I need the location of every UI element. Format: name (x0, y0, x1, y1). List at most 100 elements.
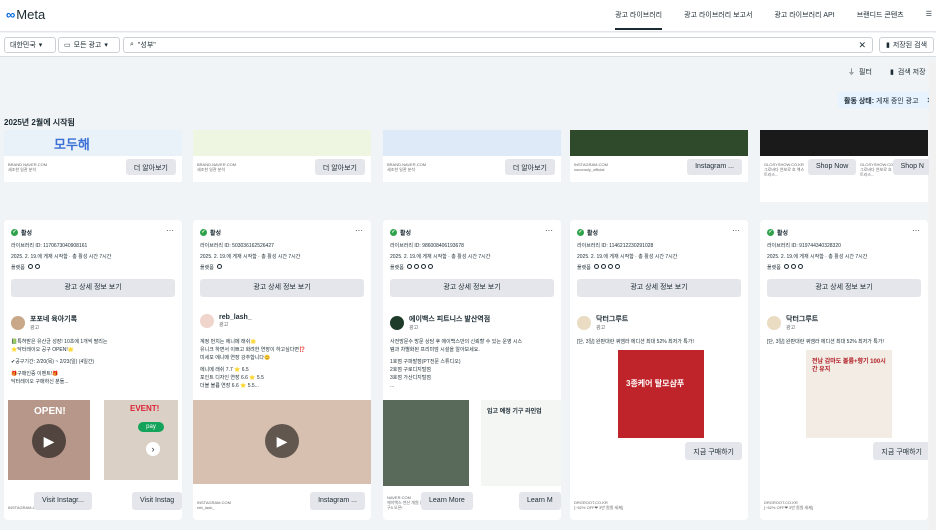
country-value: 대한민국 (10, 42, 36, 49)
body-line: 계정 번치는 에니메 래쉬🌟 (200, 339, 257, 345)
nav-ad-library[interactable]: 광고 라이브러리 (615, 10, 663, 30)
ad-details-button[interactable]: 광고 상세 정보 보기 (200, 279, 364, 297)
facebook-icon (783, 264, 789, 269)
ad-thumbnail (570, 130, 748, 156)
more-options-icon[interactable]: ··· (166, 226, 174, 235)
cta-button[interactable]: Instagram ... (687, 159, 742, 175)
status-badge: ✓ 활성 (577, 228, 598, 237)
advertiser[interactable]: 에이백스 피트니스 발산역점 광고 (390, 314, 490, 331)
ad-source: BRAND.NAVER.COM 세조한 일관 분석 (8, 162, 47, 172)
ad-details-button[interactable]: 광고 상세 정보 보기 (11, 279, 175, 297)
chevron-right-icon[interactable]: › (146, 442, 160, 456)
status-label: 활성 (587, 231, 599, 237)
library-id: 라이브러리 ID: 919744340328320 (767, 243, 841, 249)
platforms-label: 플랫폼 (200, 265, 214, 271)
saved-searches-button[interactable]: ▮ 저장된 검색 (879, 37, 935, 53)
search-input[interactable]: ⌕ "성부" ✕ (123, 37, 873, 53)
body-line: 포인트 디자인 연장 6.6 ⭐ 5.5 (200, 375, 264, 381)
ad-image[interactable]: 3종케어 탈모샴푸 (618, 350, 704, 438)
top-nav: 광고 라이브러리 광고 라이브러리 보고서 광고 라이브러리 API 브랜디드 … (615, 10, 936, 30)
filter-icon: ⏚ (848, 69, 855, 76)
more-options-icon[interactable]: ··· (912, 226, 920, 235)
platform-icons (783, 264, 803, 269)
start-date: 2025. 2. 19.에 게재 시작함 · 총 활성 시간 7시간 (390, 254, 491, 260)
ad-video[interactable]: ▶ (193, 400, 371, 484)
instagram-icon (600, 264, 606, 269)
chevron-down-icon: ▾ (38, 42, 43, 49)
ad-details-button[interactable]: 광고 상세 정보 보기 (767, 279, 921, 297)
media-caption: EVENT! (130, 404, 160, 413)
platform-icons (27, 264, 40, 269)
more-options-icon[interactable]: ··· (355, 226, 363, 235)
start-date: 2025. 2. 19.에 게재 시작함 · 총 활성 시간 7시간 (767, 254, 868, 260)
learn-more-button[interactable]: Learn More (421, 492, 473, 510)
filter-button[interactable]: ⏚ 필터 (848, 67, 872, 77)
platforms-label: 플랫폼 (767, 265, 781, 271)
media-caption: 3종케어 탈모샴푸 (626, 379, 685, 388)
active-filter-key: 활동 상태: (844, 98, 875, 105)
body-line: [단, 3일] 완판대란 쿼엠라 에디션 최대 52% 최저가 특가! (767, 339, 884, 345)
nav-branded-content[interactable]: 브랜디드 콘텐츠 (857, 10, 904, 30)
nav-ad-library-report[interactable]: 광고 라이브러리 보고서 (684, 10, 752, 30)
advertiser[interactable]: 닥터그루트 광고 (767, 314, 818, 331)
check-icon: ✓ (767, 229, 774, 236)
status-label: 활성 (400, 231, 412, 237)
ad-image[interactable]: EVENT! pay › (104, 400, 178, 480)
more-options-icon[interactable]: ··· (732, 226, 740, 235)
source-sub: 세조한 일관 분석 (197, 167, 225, 172)
ad-image[interactable]: 전남 감마도 볼륨+향기 100시간 유지 (806, 350, 892, 438)
nav-menu-icon[interactable]: ☰ (926, 10, 932, 30)
visit-instagram-button[interactable]: Visit Instag (132, 492, 182, 510)
library-id: 라이브러리 ID: 503036162526427 (200, 243, 274, 249)
more-options-icon[interactable]: ··· (545, 226, 553, 235)
ad-card: ✓ 활성 ··· 라이브러리 ID: 1170673040908161 2025.… (4, 220, 182, 520)
visit-instagram-button[interactable]: Visit Instagr... (34, 492, 92, 510)
play-icon[interactable]: ▶ (32, 424, 66, 458)
sponsored-label: 광고 (786, 325, 796, 331)
shop-now-button[interactable]: 지금 구매하기 (873, 442, 928, 460)
ad-details-button[interactable]: 광고 상세 정보 보기 (577, 279, 741, 297)
ad-source: DRGROOT.CO.KR [~52% OFF❤ 3만 원원 세제] (574, 500, 654, 510)
body-line: 1호점 구파발점(PT전문 스튜디오) (390, 359, 461, 365)
play-icon[interactable]: ▶ (265, 424, 299, 458)
ad-details-button[interactable]: 광고 상세 정보 보기 (390, 279, 554, 297)
library-id: 라이브러리 ID: 1146212230291028 (577, 243, 654, 249)
media-caption: 전남 감마도 볼륨+향기 100시간 유지 (812, 359, 886, 373)
body-line: ✔공구기간: 2/20(목) ~ 2/23(일) (4일간) (11, 359, 95, 365)
ad-image[interactable] (383, 400, 469, 486)
cta-button[interactable]: 더 알아보기 (314, 159, 365, 175)
cta-button[interactable]: 더 알아보기 (125, 159, 176, 175)
cta-button[interactable]: Shop Now (808, 159, 857, 175)
advertiser[interactable]: 포포네 육아기록 광고 (11, 314, 77, 331)
platform-icons (216, 264, 222, 269)
save-search-button[interactable]: ▮ 검색 저장 (890, 67, 926, 77)
source-sub: 그로바다 연보로 흐 액스트라스... (764, 167, 805, 177)
section-title: 2025년 2월에 시작됨 (4, 118, 75, 127)
ad-video[interactable]: OPEN! ▶ (8, 400, 90, 480)
body-line: ⭐닥터레이오 공구 OPEN!🌟 (11, 347, 74, 353)
advertiser[interactable]: reb_lash_ 광고 (200, 314, 252, 328)
avatar (200, 314, 214, 328)
country-select[interactable]: 대한민국 ▾ (4, 37, 56, 53)
ad-type-select[interactable]: ▭ 모든 광고 ▾ (58, 37, 120, 53)
platforms-label: 플랫폼 (390, 265, 404, 271)
status-label: 활성 (777, 231, 789, 237)
media-caption: OPEN! (34, 406, 66, 417)
clear-search-icon[interactable]: ✕ (858, 40, 866, 51)
advertiser[interactable]: 닥터그루트 광고 (577, 314, 628, 331)
nav-ad-library-api[interactable]: 광고 라이브러리 API (774, 10, 834, 30)
scrollbar[interactable] (929, 62, 936, 530)
instagram-button[interactable]: Instagram ... (310, 492, 365, 510)
shop-now-button[interactable]: 지금 구매하기 (685, 442, 742, 460)
cta-button[interactable]: Shop N (892, 159, 932, 175)
ad-image[interactable]: 입고 예정 기구 라인업 (481, 400, 561, 486)
top-row-card: GLOSYSHOW.CO.KR 그로바다 연보로 흐 액스트라스... Shop … (760, 130, 932, 202)
ad-card: ✓ 활성 ··· 라이브러리 ID: 919744340328320 2025. … (760, 220, 928, 520)
source-sub: 세조한 일관 분석 (387, 167, 415, 172)
learn-more-button[interactable]: Learn M (519, 492, 561, 510)
start-date: 2025. 2. 19.에 게재 시작함 · 총 활성 시간 7시간 (200, 254, 301, 260)
ad-thumbnail: 모두해 (4, 130, 182, 156)
meta-logo[interactable]: ∞Meta (6, 7, 45, 22)
platforms: 플랫폼 (11, 264, 40, 271)
cta-button[interactable]: 더 알아보기 (504, 159, 555, 175)
